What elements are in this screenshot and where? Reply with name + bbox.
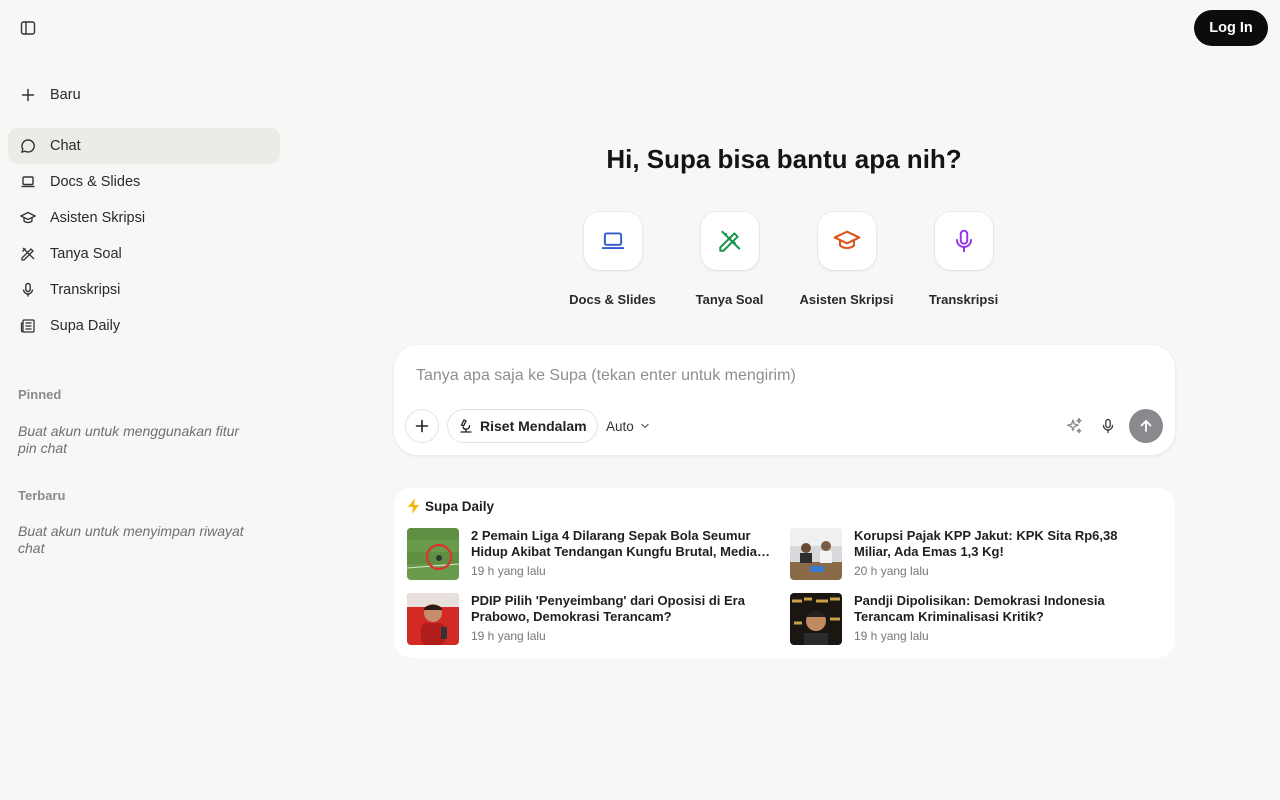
- microscope-icon: [460, 419, 472, 433]
- news-thumbnail: [790, 528, 842, 580]
- sidebar-item-label: Chat: [50, 138, 81, 154]
- sidebar-item-transkripsi[interactable]: Transkripsi: [8, 272, 280, 308]
- politician-thumbnail: [407, 593, 459, 645]
- microphone-icon: [1102, 418, 1114, 434]
- plus-icon: [21, 88, 35, 102]
- feature-label: Asisten Skripsi: [799, 292, 894, 307]
- enhance-prompt-button[interactable]: [1062, 414, 1086, 438]
- news-thumbnail: [790, 593, 842, 645]
- news-item[interactable]: PDIP Pilih 'Penyeimbang' dari Oposisi di…: [407, 593, 777, 645]
- feature-asisten-skripsi[interactable]: Asisten Skripsi: [788, 212, 905, 307]
- new-chat-button[interactable]: Baru: [8, 78, 280, 112]
- news-item[interactable]: 2 Pemain Liga 4 Dilarang Sepak Bola Seum…: [407, 528, 777, 580]
- news-title: 2 Pemain Liga 4 Dilarang Sepak Bola Seum…: [471, 528, 757, 559]
- recent-empty-note: Buat akun untuk menyimpan riwayat chat: [18, 523, 244, 556]
- pencil-ruler-icon: [21, 247, 35, 261]
- arrow-up-icon: [1140, 420, 1152, 432]
- sidebar-item-label: Supa Daily: [50, 318, 121, 334]
- feature-icon-box: [934, 212, 993, 270]
- news-item[interactable]: Korupsi Pajak KPP Jakut: KPK Sita Rp6,38…: [790, 528, 1160, 580]
- feature-label: Tanya Soal: [695, 292, 764, 307]
- press-conference-thumbnail: [790, 528, 842, 580]
- sidebar-nav: Chat Docs & Slides Asisten Skripsi Tanya…: [8, 128, 280, 344]
- news-title: Pandji Dipolisikan: Demokrasi Indonesia …: [854, 593, 1105, 624]
- feature-tanya-soal[interactable]: Tanya Soal: [671, 212, 788, 307]
- microphone-icon: [955, 229, 972, 253]
- supa-daily-header: Supa Daily: [407, 498, 494, 514]
- sidebar-toggle-button[interactable]: [14, 14, 42, 42]
- lightning-icon: [408, 498, 419, 514]
- feature-shortcuts: Docs & Slides Tanya Soal Asisten Skripsi…: [554, 212, 1022, 307]
- voice-input-button[interactable]: [1096, 414, 1120, 438]
- plus-icon: [415, 419, 429, 433]
- feature-label: Docs & Slides: [569, 292, 656, 307]
- model-select-value: Auto: [606, 418, 634, 434]
- laptop-icon: [601, 232, 624, 250]
- login-button[interactable]: Log In: [1194, 10, 1268, 46]
- send-button[interactable]: [1129, 409, 1163, 443]
- sidebar-item-chat[interactable]: Chat: [8, 128, 280, 164]
- sidebar-item-label: Docs & Slides: [50, 174, 141, 190]
- news-title: Korupsi Pajak KPP Jakut: KPK Sita Rp6,38…: [854, 528, 1118, 559]
- news-thumbnail: [407, 528, 459, 580]
- news-title: PDIP Pilih 'Penyeimbang' dari Oposisi di…: [471, 593, 745, 624]
- feature-icon-box: [817, 212, 876, 270]
- sidebar-item-asisten-skripsi[interactable]: Asisten Skripsi: [8, 200, 280, 236]
- feature-label: Transkripsi: [928, 292, 999, 307]
- page-title: Hi, Supa bisa bantu apa nih?: [606, 144, 962, 174]
- news-time: 20 h yang lalu: [854, 564, 929, 578]
- attach-button[interactable]: [405, 409, 439, 443]
- new-chat-label: Baru: [50, 87, 81, 103]
- pinned-section-title: Pinned: [18, 387, 62, 402]
- sidebar-item-tanya-soal[interactable]: Tanya Soal: [8, 236, 280, 272]
- supa-daily-panel: Supa Daily 2 Pemain Liga 4 Dilarang Sepa…: [394, 488, 1175, 658]
- sidebar-item-label: Tanya Soal: [50, 246, 122, 262]
- news-thumbnail: [407, 593, 459, 645]
- deep-research-label: Riset Mendalam: [480, 418, 587, 434]
- laptop-icon: [21, 176, 35, 188]
- pinned-empty-note: Buat akun untuk menggunakan fitur pin ch…: [18, 423, 240, 456]
- chat-bubble-icon: [21, 139, 35, 153]
- sparkles-icon: [1067, 417, 1082, 434]
- microphone-icon: [22, 282, 34, 297]
- recent-section-title: Terbaru: [18, 488, 66, 503]
- chat-input[interactable]: [416, 363, 1136, 389]
- feature-transkripsi[interactable]: Transkripsi: [905, 212, 1022, 307]
- news-time: 19 h yang lalu: [471, 564, 546, 578]
- news-time: 19 h yang lalu: [854, 629, 929, 643]
- pencil-ruler-icon: [718, 230, 740, 252]
- news-item[interactable]: Pandji Dipolisikan: Demokrasi Indonesia …: [790, 593, 1160, 645]
- sidebar: Baru Chat Docs & Slides Asisten Skripsi …: [0, 0, 288, 800]
- sidebar-panel-icon: [20, 21, 36, 35]
- feature-icon-box: [583, 212, 642, 270]
- graduation-cap-icon: [20, 211, 36, 224]
- feature-icon-box: [700, 212, 759, 270]
- comedian-thumbnail: [790, 593, 842, 645]
- sidebar-item-label: Transkripsi: [50, 282, 121, 298]
- football-field-thumbnail: [407, 528, 459, 580]
- sidebar-item-label: Asisten Skripsi: [50, 210, 146, 226]
- graduation-cap-icon: [833, 230, 860, 250]
- supa-daily-title: Supa Daily: [425, 498, 495, 514]
- chat-composer: Riset Mendalam Auto: [394, 345, 1175, 455]
- chevron-down-icon: [641, 423, 649, 429]
- news-time: 19 h yang lalu: [471, 629, 546, 643]
- sidebar-item-supa-daily[interactable]: Supa Daily: [8, 308, 280, 344]
- newspaper-icon: [20, 319, 35, 333]
- deep-research-button[interactable]: Riset Mendalam: [447, 409, 598, 443]
- sidebar-item-docs-slides[interactable]: Docs & Slides: [8, 164, 280, 200]
- model-select[interactable]: Auto: [606, 415, 650, 437]
- feature-docs-slides[interactable]: Docs & Slides: [554, 212, 671, 307]
